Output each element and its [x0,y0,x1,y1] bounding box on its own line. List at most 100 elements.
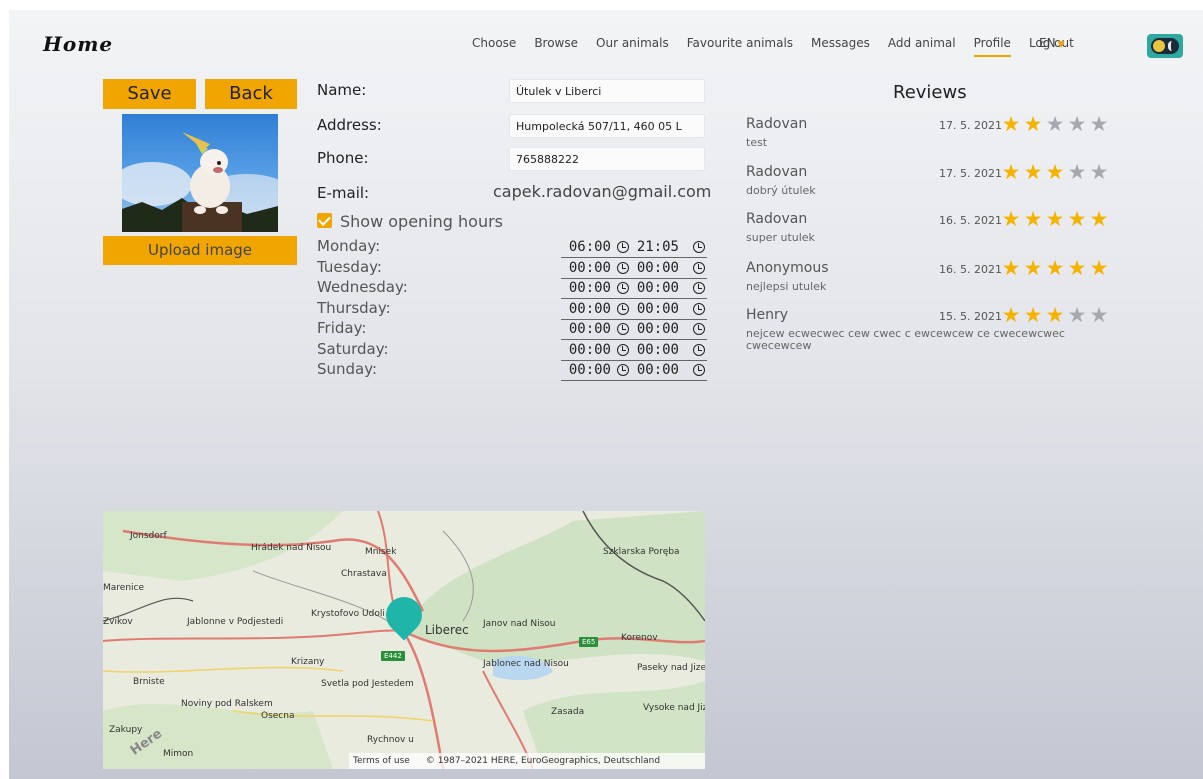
nav-choose[interactable]: Choose [472,36,516,57]
map-footer: Terms of use © 1987–2021 HERE, EuroGeogra… [349,753,705,769]
open-time-value[interactable]: 00:00 [561,279,611,298]
back-button[interactable]: Back [205,79,297,109]
road-badge: E65 [579,637,599,647]
email-value: capek.radovan@gmail.com [493,182,712,201]
show-hours-checkbox[interactable] [317,213,332,228]
open-time-value[interactable]: 00:00 [561,361,611,380]
review-rating: ★ ★ ★ ★ ★ [1000,304,1110,326]
review-date: 16. 5. 2021 [939,263,1002,276]
opening-time-range[interactable]: 00:00 00:00 [561,361,707,381]
map-town-label: Marenice [103,583,145,593]
clock-icon[interactable] [617,364,629,376]
star-icon: ★ [1001,256,1021,280]
clock-icon[interactable] [617,261,629,274]
map-town-label: Hrádek nad Nisou [251,543,332,553]
clock-icon[interactable] [617,241,629,253]
map-town-label: Janov nad Nisou [483,619,556,629]
map-town-label: Krystofovo Udoli [311,609,385,619]
name-input[interactable]: Útulek v Liberci [509,79,705,103]
nav-messages[interactable]: Messages [811,36,870,57]
nav-profile[interactable]: Profile [973,36,1011,57]
show-hours-label[interactable]: Show opening hours [340,212,503,231]
clock-icon[interactable] [617,282,629,294]
address-label: Address: [317,116,382,134]
location-map[interactable]: Jonsdorf Hrádek nad Nisou Mnisek Chrasta… [103,511,705,769]
save-button[interactable]: Save [103,79,196,109]
map-town-label: Rychnov u [367,735,414,745]
map-town-label: Mimon [163,749,194,759]
open-time-value[interactable]: 06:00 [561,238,611,257]
close-time-value[interactable]: 21:05 [635,238,679,257]
clock-icon[interactable] [693,261,705,274]
star-icon: ★ [1045,256,1065,280]
phone-input[interactable]: 765888222 [509,147,705,171]
close-time-value[interactable]: 00:00 [635,259,679,278]
brand-title[interactable]: Home [43,32,113,56]
opening-day-label: Tuesday: [317,257,382,276]
map-town-label: Jablonec nad Nisou [483,659,569,669]
star-icon: ★ [1045,303,1065,327]
clock-icon[interactable] [617,343,629,356]
nav-browse[interactable]: Browse [534,36,578,57]
clock-icon[interactable] [693,364,705,376]
review-text: nejcew ecwecwec cew cwec c ewcewcew ce c… [746,327,1065,352]
opening-time-range[interactable]: 00:00 00:00 [561,259,707,279]
moon-icon [1151,38,1179,54]
star-icon: ★ [1089,207,1109,231]
nav-add-animal[interactable]: Add animal [888,36,956,57]
map-terms-link[interactable]: Terms of use [353,756,410,766]
opening-time-range[interactable]: 00:00 00:00 [561,320,707,340]
close-time-value[interactable]: 00:00 [635,279,679,298]
email-label: E-mail: [317,184,370,202]
star-icon: ★ [1045,112,1065,136]
clock-icon[interactable] [693,282,705,294]
clock-icon[interactable] [693,343,705,356]
opening-day-label: Saturday: [317,339,389,358]
map-town-label: Chrastava [341,569,387,579]
opening-time-range[interactable]: 06:00 21:05 [561,238,707,258]
opening-time-range[interactable]: 00:00 00:00 [561,300,707,320]
star-icon: ★ [1045,160,1065,184]
map-town-label: Zvikov [103,617,133,627]
clock-icon[interactable] [693,241,705,253]
review-rating: ★ ★ ★ ★ ★ [1000,208,1110,230]
open-time-value[interactable]: 00:00 [561,259,611,278]
star-icon: ★ [1045,207,1065,231]
nav-our-animals[interactable]: Our animals [596,36,669,57]
address-input[interactable]: Humpolecká 507/11, 460 05 L [509,114,705,138]
upload-image-button[interactable]: Upload image [103,236,297,265]
language-select[interactable]: EN ▼ [1039,36,1064,50]
open-time-value[interactable]: 00:00 [561,320,611,339]
review-rating: ★ ★ ★ ★ ★ [1000,257,1110,279]
clock-icon[interactable] [693,302,705,315]
close-time-value[interactable]: 00:00 [635,300,679,319]
star-icon: ★ [1067,256,1087,280]
star-icon: ★ [1089,303,1109,327]
clock-icon[interactable] [617,302,629,315]
nav-favourite-animals[interactable]: Favourite animals [687,36,793,57]
opening-time-range[interactable]: 00:00 00:00 [561,341,707,361]
close-time-value[interactable]: 00:00 [635,341,679,360]
theme-toggle[interactable] [1147,34,1183,58]
review-author: Radovan [746,211,808,227]
clock-icon[interactable] [693,323,705,335]
star-icon: ★ [1001,303,1021,327]
open-time-value[interactable]: 00:00 [561,300,611,319]
dog-photo-image [122,132,278,232]
clock-icon[interactable] [617,323,629,335]
review-author: Anonymous [746,260,829,276]
phone-label: Phone: [317,149,369,167]
profile-photo [122,114,278,232]
review-author: Radovan [746,164,808,180]
open-time-value[interactable]: 00:00 [561,341,611,360]
map-town-label: Brniste [133,677,165,687]
opening-time-range[interactable]: 00:00 00:00 [561,279,707,299]
review-date: 17. 5. 2021 [939,167,1002,180]
map-town-label: Noviny pod Ralskem [181,699,273,709]
close-time-value[interactable]: 00:00 [635,320,679,339]
opening-day-label: Sunday: [317,360,378,378]
map-town-label: Svetla pod Jestedem [321,679,414,689]
caret-down-icon: ▼ [1057,40,1065,50]
close-time-value[interactable]: 00:00 [635,361,679,380]
main-nav: Choose Browse Our animals Favourite anim… [472,36,1092,57]
